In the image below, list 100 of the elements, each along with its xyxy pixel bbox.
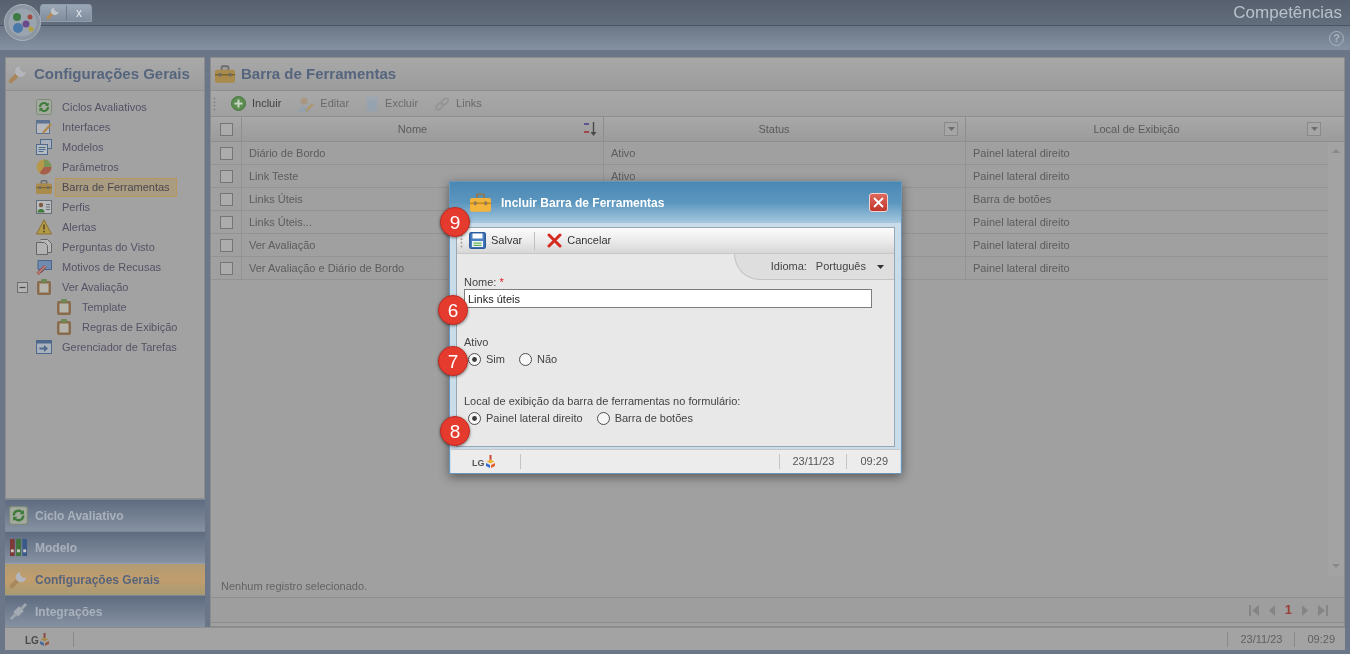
tree-item[interactable]: Regras de Exibição <box>75 317 185 337</box>
radio-label: Sim <box>486 351 505 367</box>
next-page-icon[interactable] <box>1302 604 1308 616</box>
module-button[interactable]: Modelo <box>5 531 205 563</box>
tree-item[interactable]: Motivos de Recusas <box>55 257 169 277</box>
checkbox[interactable] <box>219 215 233 229</box>
tab-close-button[interactable]: x <box>67 6 91 20</box>
collapse-icon[interactable] <box>17 281 28 293</box>
location-text: Painel lateral direito <box>973 261 1070 274</box>
field-label: Nome: <box>464 275 497 291</box>
radio-label: Painel lateral direito <box>486 410 583 426</box>
location-text: Painel lateral direito <box>973 238 1070 251</box>
radio-button[interactable] <box>596 411 610 425</box>
location-text: Painel lateral direito <box>973 146 1070 159</box>
window-pencil-icon <box>36 119 52 135</box>
first-page-icon[interactable] <box>1248 604 1259 616</box>
date-text: 23/11/23 <box>791 454 836 470</box>
close-button[interactable] <box>869 193 888 212</box>
binders-icon <box>9 538 28 557</box>
location-text: Painel lateral direito <box>973 215 1070 228</box>
status-text: Ativo <box>611 169 636 182</box>
tree-item[interactable]: Parâmetros <box>55 157 126 177</box>
language-label: Idioma: <box>770 259 807 275</box>
toolbar-button[interactable]: Incluir <box>229 92 284 115</box>
checkbox[interactable] <box>219 238 233 252</box>
logo-text: LG <box>472 458 485 468</box>
name-text: Link Teste <box>249 169 299 182</box>
cancel-button[interactable]: Cancelar <box>541 229 618 252</box>
tree-item[interactable]: Gerenciador de Tarefas <box>55 337 184 357</box>
column-header[interactable]: Nome <box>241 117 603 141</box>
radio-label: Barra de botões <box>614 410 693 426</box>
app-logo-icon[interactable] <box>4 4 41 41</box>
field-label: Local de exibição da barra de ferramentas no formulário: <box>464 394 741 410</box>
location-text: Painel lateral direito <box>973 169 1070 182</box>
status-text: Ativo <box>611 146 636 159</box>
module-button[interactable]: Configurações Gerais <box>5 563 205 595</box>
warning-icon <box>36 219 52 235</box>
checkbox[interactable] <box>219 122 233 136</box>
column-menu-button[interactable] <box>1307 122 1321 136</box>
status-message: Nenhum registro selecionado. <box>221 579 368 595</box>
wrench-icon <box>9 570 28 589</box>
clipboard-icon <box>56 299 72 315</box>
person-pencil-icon <box>297 95 315 112</box>
plus-circle-icon <box>231 96 246 111</box>
location-text: Barra de botões <box>973 192 1052 205</box>
tree-item[interactable]: Barra de Ferramentas <box>55 177 177 197</box>
logo-icon <box>39 632 49 646</box>
caret-icon <box>947 127 955 131</box>
clipboard-icon <box>56 319 72 335</box>
checkbox[interactable] <box>219 192 233 206</box>
logo-icon <box>485 455 495 468</box>
caret-icon <box>1310 127 1318 131</box>
panel-title: Barra de Ferramentas <box>241 63 397 84</box>
dialog-title: Incluir Barra de Ferramentas <box>501 194 665 212</box>
column-header[interactable]: Status <box>603 117 965 141</box>
column-menu-button[interactable] <box>944 122 958 136</box>
wrench-icon <box>8 64 28 84</box>
tree-item[interactable]: Alertas <box>55 217 104 237</box>
briefcase-icon <box>470 193 491 212</box>
clipboard-icon <box>36 279 52 295</box>
wrench-icon <box>46 6 60 20</box>
x-mark-icon <box>547 233 563 248</box>
app-tab[interactable]: x <box>40 4 92 22</box>
previous-page-icon[interactable] <box>1268 604 1275 616</box>
radio-button[interactable] <box>468 411 481 425</box>
plug-icon <box>9 602 28 621</box>
radio-button[interactable] <box>468 352 481 366</box>
logo-text: LG <box>25 634 39 646</box>
caret-icon <box>877 264 884 269</box>
tree-item[interactable]: Ciclos Avaliativos <box>55 97 154 117</box>
pie-chart-icon <box>36 159 52 175</box>
tree-item[interactable]: Modelos <box>55 137 111 157</box>
sort-icon[interactable] <box>583 121 597 137</box>
pages-icon <box>36 239 52 255</box>
text-input[interactable]: Links úteis <box>464 289 872 308</box>
name-text: Links Úteis <box>249 192 303 205</box>
speech-bubble-pencil-icon <box>36 259 52 275</box>
id-card-icon <box>36 199 52 215</box>
last-page-icon[interactable] <box>1318 604 1328 616</box>
tree-item[interactable]: Interfaces <box>55 117 118 137</box>
close-icon <box>873 197 884 208</box>
briefcase-icon <box>215 65 235 83</box>
tree-item[interactable]: Perfis <box>55 197 98 217</box>
language-select[interactable]: Português <box>815 258 884 275</box>
tree-item[interactable]: Template <box>75 297 134 317</box>
name-text: Ver Avaliação e Diário de Bordo <box>249 261 405 274</box>
cycle-icon <box>9 506 28 525</box>
column-header[interactable]: Local de Exibição <box>965 117 1328 141</box>
checkbox[interactable] <box>219 261 233 275</box>
checkbox[interactable] <box>219 169 233 183</box>
checkbox[interactable] <box>219 146 233 160</box>
radio-button[interactable] <box>518 352 532 366</box>
module-button[interactable]: Integrações <box>5 595 205 627</box>
sidebar-title: Configurações Gerais <box>34 63 190 84</box>
page-number: 1 <box>1284 601 1292 620</box>
tree-item[interactable]: Perguntas do Visto <box>55 237 162 257</box>
name-text: Ver Avaliação <box>249 238 316 251</box>
tree-item[interactable]: Ver Avaliação <box>55 277 136 297</box>
module-button[interactable]: Ciclo Avaliativo <box>5 499 205 531</box>
radio-label: Não <box>536 351 558 367</box>
